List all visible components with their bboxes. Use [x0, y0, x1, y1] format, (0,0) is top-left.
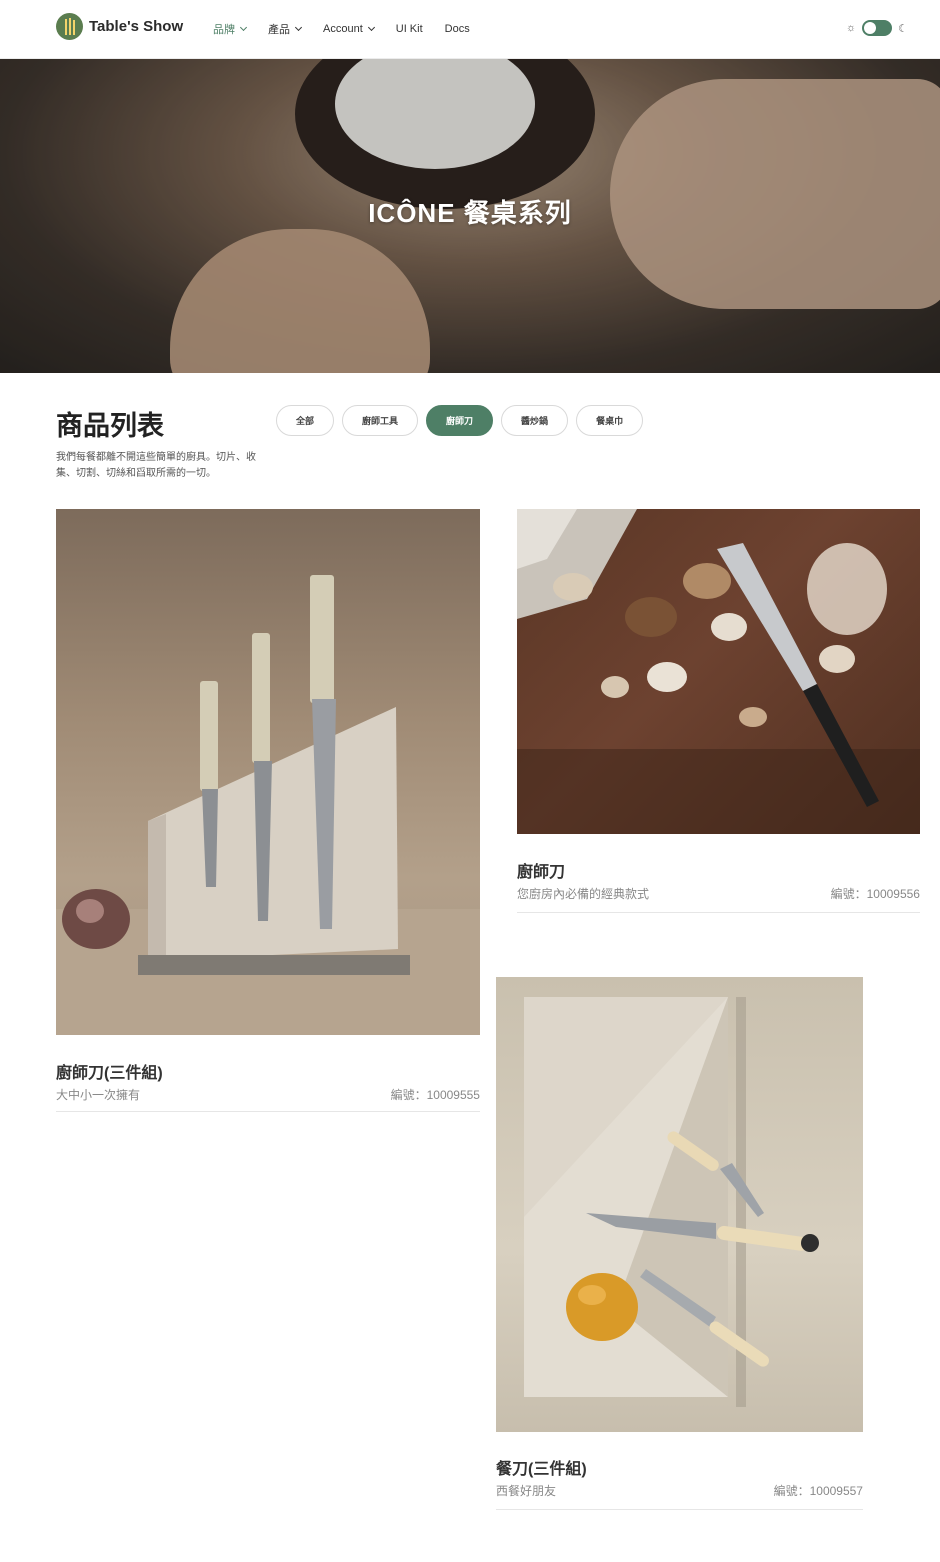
product-name[interactable]: 餐刀(三件組) — [496, 1455, 587, 1479]
menu-item-label: 品牌 — [213, 24, 235, 36]
product-name[interactable]: 廚師刀 — [517, 858, 565, 882]
product-subtitle: 西餐好朋友 — [496, 1484, 557, 1498]
product-card[interactable]: 廚師刀 您廚房內必備的經典款式 編號：10009556 — [517, 509, 920, 914]
top-navbar: Table's Show 品牌 產品 Account UI Kit Docs ☼… — [0, 0, 940, 59]
product-code: 編號：10009556 — [830, 887, 920, 901]
filter-table-napkin[interactable]: 餐桌巾 — [576, 405, 644, 436]
theme-toggle[interactable] — [862, 20, 893, 36]
card-divider — [496, 1509, 863, 1510]
brand-logo-icon — [56, 13, 83, 40]
page-description: 我們每餐都離不開這些簡單的廚具。切片、收集、切割、切絲和舀取所需的一切。 — [56, 452, 256, 479]
brand-link[interactable]: Table's Show — [56, 13, 183, 40]
filter-saute-pan[interactable]: 醬炒鍋 — [501, 405, 569, 436]
menu-item-products[interactable]: 產品 — [268, 21, 303, 37]
product-card[interactable]: 廚師刀(三件組) 大中小一次擁有 編號：10009555 — [56, 509, 480, 1113]
menu-item-label: Docs — [444, 23, 470, 35]
product-subtitle: 您廚房內必備的經典款式 — [517, 887, 650, 901]
moon-icon: ☾ — [898, 22, 908, 35]
chevron-down-icon — [294, 23, 303, 32]
product-code: 編號：10009557 — [773, 1484, 863, 1498]
product-image-table-knives[interactable] — [496, 977, 863, 1432]
filter-chef-tools[interactable]: 廚師工具 — [342, 405, 419, 436]
card-divider — [56, 1111, 480, 1112]
main-menu: 品牌 產品 Account UI Kit Docs — [213, 21, 492, 37]
chevron-down-icon — [239, 23, 248, 32]
product-code: 編號：10009555 — [390, 1088, 480, 1102]
hero-title: ICÔNE 餐桌系列 — [368, 198, 572, 228]
menu-item-brand[interactable]: 品牌 — [213, 21, 248, 37]
page-title: 商品列表 — [56, 411, 164, 441]
theme-switcher: ☼ ☾ — [846, 20, 908, 36]
menu-item-label: 產品 — [268, 24, 290, 36]
filter-all[interactable]: 全部 — [276, 405, 335, 436]
menu-item-label: UI Kit — [395, 23, 423, 35]
product-image-chef-knife[interactable] — [517, 509, 920, 834]
menu-item-docs[interactable]: Docs — [445, 21, 470, 37]
menu-item-ui-kit[interactable]: UI Kit — [396, 21, 423, 37]
brand-name: Table's Show — [89, 18, 184, 35]
menu-item-account[interactable]: Account — [323, 21, 375, 37]
sun-icon: ☼ — [846, 22, 857, 34]
product-image-knife-block[interactable] — [56, 509, 480, 1035]
filter-chef-knife[interactable]: 廚師刀 — [426, 405, 494, 436]
product-card[interactable]: 餐刀(三件組) 西餐好朋友 編號：10009557 — [496, 977, 863, 1511]
product-name[interactable]: 廚師刀(三件組) — [56, 1059, 163, 1083]
card-divider — [517, 912, 920, 913]
product-subtitle: 大中小一次擁有 — [56, 1088, 141, 1102]
category-filters: 全部 廚師工具 廚師刀 醬炒鍋 餐桌巾 — [276, 405, 644, 436]
menu-item-label: Account — [323, 23, 363, 35]
chevron-down-icon — [367, 23, 375, 32]
hero-banner: ICÔNE 餐桌系列 — [0, 59, 940, 373]
